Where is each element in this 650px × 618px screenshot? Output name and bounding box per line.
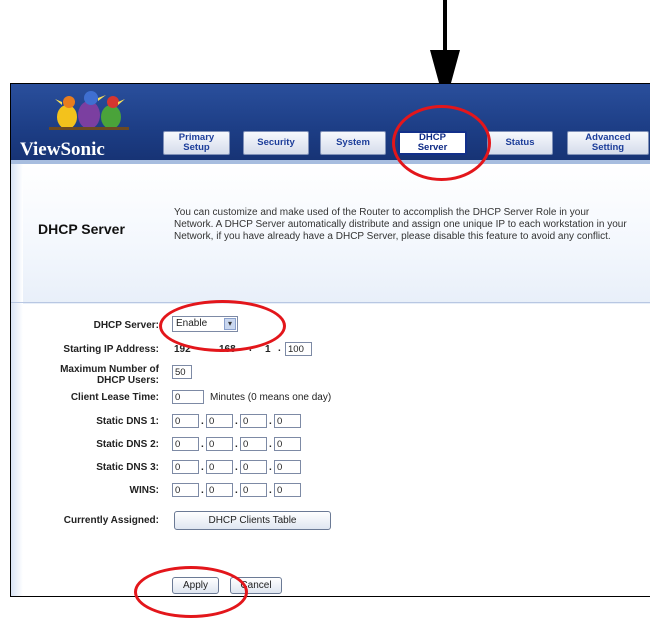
max-users-label-line2: DHCP Users: (96, 375, 159, 386)
wins-octet-2[interactable]: 0 (206, 483, 233, 497)
starting-ip-octet-3: 1 (265, 344, 271, 355)
lease-time-label: Client Lease Time: (70, 392, 159, 403)
currently-assigned-label: Currently Assigned: (63, 515, 159, 526)
dhcp-clients-table-button[interactable]: DHCP Clients Table (174, 511, 331, 530)
lease-time-hint: Minutes (0 means one day) (210, 392, 332, 403)
wins-label: WINS: (129, 485, 159, 496)
ip-dot: . (201, 439, 204, 450)
annotation-arrow-shaft (443, 0, 447, 52)
section-divider (11, 302, 650, 303)
ip-dot: . (269, 416, 272, 427)
static-dns2-octet-1[interactable]: 0 (172, 437, 199, 451)
static-dns1-octet-1[interactable]: 0 (172, 414, 199, 428)
tab-advanced-setting[interactable]: Advanced Setting (567, 131, 649, 155)
annotation-circle-dhcp-enable (159, 300, 286, 352)
static-dns3-octet-1[interactable]: 0 (172, 460, 199, 474)
tab-system[interactable]: System (320, 131, 386, 155)
header-bar: ViewSonic Primary Setup Security System … (11, 84, 650, 164)
static-dns1-octet-2[interactable]: 0 (206, 414, 233, 428)
ip-dot: . (201, 485, 204, 496)
ip-dot: . (235, 439, 238, 450)
static-dns3-octet-2[interactable]: 0 (206, 460, 233, 474)
lease-time-input[interactable]: 0 (172, 390, 204, 404)
static-dns2-octet-4[interactable]: 0 (274, 437, 301, 451)
ip-dot: . (269, 462, 272, 473)
annotation-circle-apply (134, 566, 248, 618)
static-dns2-label: Static DNS 2: (96, 439, 159, 450)
page-title: DHCP Server (38, 221, 125, 237)
viewsonic-birds-logo (49, 91, 129, 130)
starting-ip-last-octet-input[interactable]: 100 (285, 342, 312, 356)
ip-dot: . (201, 416, 204, 427)
intro-text: You can customize and make used of the R… (174, 207, 627, 242)
wins-octet-1[interactable]: 0 (172, 483, 199, 497)
starting-ip-label: Starting IP Address: (63, 344, 159, 355)
ip-dot: . (269, 485, 272, 496)
ip-dot: . (235, 416, 238, 427)
static-dns3-label: Static DNS 3: (96, 462, 159, 473)
wins-octet-4[interactable]: 0 (274, 483, 301, 497)
tab-security[interactable]: Security (243, 131, 309, 155)
annotation-circle-dhcp-tab (392, 105, 491, 181)
ip-dot: . (235, 462, 238, 473)
tab-primary-setup[interactable]: Primary Setup (163, 131, 230, 155)
tab-label: Status (505, 137, 535, 148)
static-dns1-octet-4[interactable]: 0 (274, 414, 301, 428)
max-users-label-line1: Maximum Number of (60, 364, 159, 375)
ip-dot: . (269, 439, 272, 450)
ip-dot: . (201, 462, 204, 473)
static-dns1-label: Static DNS 1: (96, 416, 159, 427)
static-dns2-octet-2[interactable]: 0 (206, 437, 233, 451)
tab-label: Security (257, 137, 295, 148)
router-admin-window: ViewSonic Primary Setup Security System … (10, 83, 650, 597)
ip-dot: . (235, 485, 238, 496)
static-dns1-octet-3[interactable]: 0 (240, 414, 267, 428)
static-dns3-octet-4[interactable]: 0 (274, 460, 301, 474)
dhcp-server-label: DHCP Server: (93, 320, 159, 331)
brand-logo-text: ViewSonic (20, 139, 105, 160)
static-dns3-octet-3[interactable]: 0 (240, 460, 267, 474)
max-users-input[interactable]: 50 (172, 365, 192, 379)
static-dns2-octet-3[interactable]: 0 (240, 437, 267, 451)
ip-dot: . (278, 343, 281, 354)
wins-octet-3[interactable]: 0 (240, 483, 267, 497)
tab-label: Primary Setup (178, 132, 215, 153)
tab-label: Advanced Setting (585, 132, 631, 153)
tab-label: System (336, 137, 370, 148)
tab-status[interactable]: Status (487, 131, 553, 155)
